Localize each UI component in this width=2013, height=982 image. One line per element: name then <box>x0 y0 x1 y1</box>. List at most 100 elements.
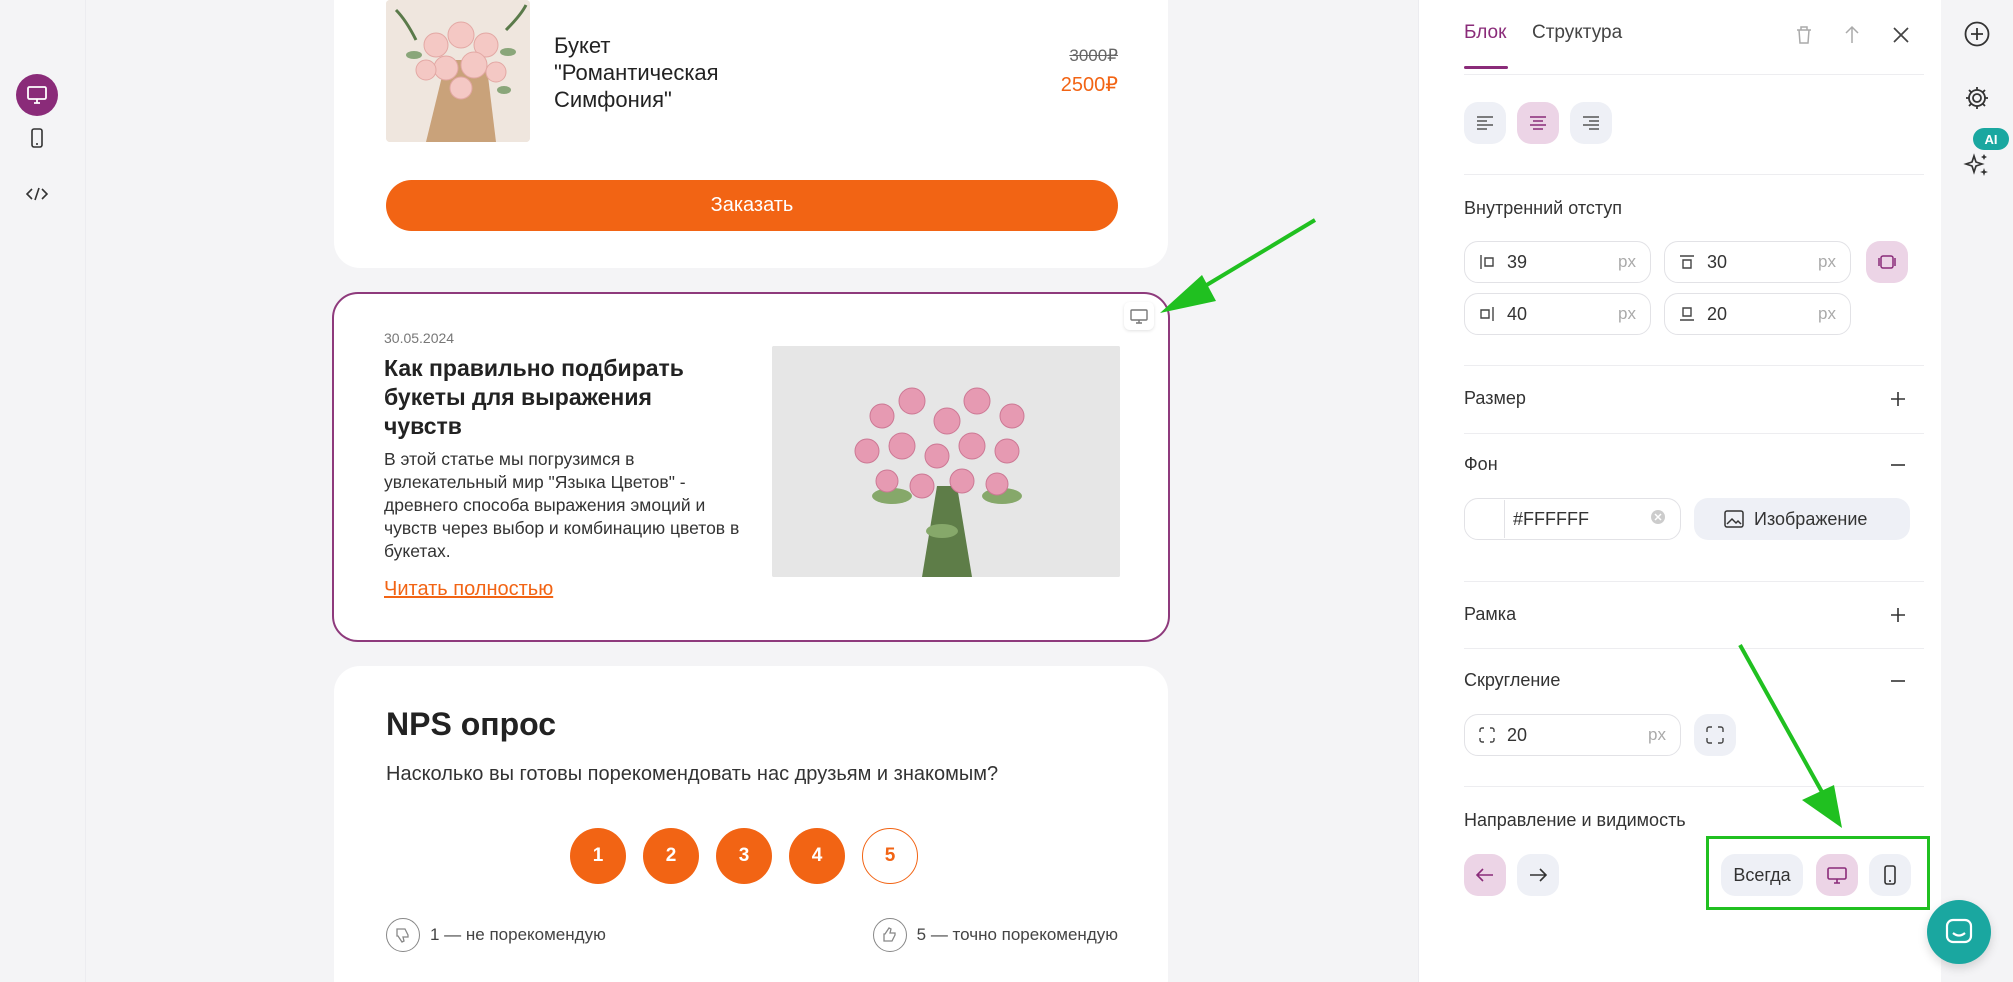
nps-score-3[interactable]: 3 <box>716 828 772 884</box>
size-expand-button[interactable] <box>1887 388 1909 410</box>
background-collapse-button[interactable] <box>1887 454 1909 476</box>
padding-bottom-input[interactable]: 20 px <box>1664 293 1851 335</box>
background-title: Фон <box>1464 454 1498 474</box>
nps-question: Насколько вы готовы порекомендовать нас … <box>386 763 999 785</box>
padding-link-toggle[interactable] <box>1866 241 1908 283</box>
trash-icon <box>1797 26 1811 44</box>
radius-per-corner-button[interactable] <box>1694 714 1736 756</box>
ai-assistant-button[interactable] <box>1961 150 1993 182</box>
article-date: 30.05.2024 <box>384 330 455 346</box>
tab-block[interactable]: Блок <box>1464 22 1506 44</box>
divider <box>1464 581 1924 582</box>
order-button[interactable]: Заказать <box>386 180 1118 231</box>
padding-left-input[interactable]: 39 px <box>1464 241 1651 283</box>
radius-collapse-button[interactable] <box>1887 670 1909 692</box>
nps-high-label: 5 — точно порекомендую <box>916 925 1118 944</box>
close-panel-button[interactable] <box>1886 20 1916 50</box>
plus-circle-icon <box>1964 21 1990 47</box>
padding-bottom-icon <box>1679 306 1699 322</box>
divider <box>1464 365 1924 366</box>
nps-score-5[interactable]: 5 <box>862 828 918 884</box>
border-title: Рамка <box>1464 604 1517 624</box>
padding-left-value: 39 <box>1507 251 1528 272</box>
border-expand-button[interactable] <box>1887 604 1909 626</box>
divider <box>1464 74 1924 75</box>
nps-score-2[interactable]: 2 <box>643 828 699 884</box>
article-text: В этой статье мы погрузимся в увлекатель… <box>384 449 740 561</box>
article-title: Как правильно подбирать букеты для выраж… <box>384 355 684 439</box>
background-image-button[interactable]: Изображение <box>1694 498 1910 540</box>
padding-right-input[interactable]: 40 px <box>1464 293 1651 335</box>
tab-structure[interactable]: Структура <box>1532 22 1622 44</box>
padding-left-icon <box>1479 254 1499 270</box>
background-color-value: #FFFFFF <box>1513 508 1589 529</box>
align-right-button[interactable] <box>1570 102 1612 144</box>
smartphone-icon <box>31 128 43 148</box>
padding-top-input[interactable]: 30 px <box>1664 241 1851 283</box>
padding-top-icon <box>1679 254 1699 270</box>
nps-title: NPS опрос <box>386 706 557 742</box>
properties-panel: Блок Структура Внутренний отступ 39 px 3… <box>1418 0 1941 982</box>
size-title: Размер <box>1464 388 1526 408</box>
desktop-view-button[interactable] <box>16 74 58 116</box>
nps-low-label: 1 — не порекомендую <box>430 925 606 944</box>
monitor-icon <box>27 86 47 104</box>
divider <box>1464 786 1924 787</box>
nps-high-label-row: 5 — точно порекомендую <box>872 918 1118 952</box>
chat-icon <box>1945 918 1973 944</box>
code-view-button[interactable] <box>16 173 58 215</box>
background-image-label: Изображение <box>1754 508 1868 529</box>
radius-unit: px <box>1648 725 1666 744</box>
product-name: Букет "Романтическая Симфония" <box>554 33 719 112</box>
padding-bottom-value: 20 <box>1707 303 1728 324</box>
product-old-price: 3000₽ <box>1069 46 1118 65</box>
minus-icon <box>1891 464 1905 466</box>
move-up-button[interactable] <box>1837 20 1867 50</box>
read-more-link[interactable]: Читать полностью <box>384 578 553 601</box>
product-new-price: 2500₽ <box>1060 74 1118 96</box>
align-left-button[interactable] <box>1464 102 1506 144</box>
nps-score-1[interactable]: 1 <box>570 828 626 884</box>
view-switcher-rail <box>0 0 86 982</box>
padding-bottom-unit: px <box>1818 304 1836 323</box>
color-swatch[interactable] <box>1465 500 1505 538</box>
background-color-input[interactable]: #FFFFFF <box>1464 498 1681 540</box>
direction-left-button[interactable] <box>1464 854 1506 896</box>
support-chat-button[interactable] <box>1927 900 1991 964</box>
desktop-visibility-badge[interactable] <box>1124 302 1154 330</box>
padding-right-unit: px <box>1618 304 1636 323</box>
arrow-up-icon <box>1845 25 1859 43</box>
nps-score-4[interactable]: 4 <box>789 828 845 884</box>
radius-title: Скругление <box>1464 670 1561 690</box>
nps-low-label-row: 1 — не порекомендую <box>386 918 606 952</box>
mobile-view-button[interactable] <box>16 117 58 159</box>
nps-card[interactable]: NPS опрос Насколько вы готовы порекоменд… <box>334 666 1168 982</box>
clear-icon <box>1651 509 1665 524</box>
align-center-button[interactable] <box>1517 102 1559 144</box>
article-card[interactable]: 30.05.2024 Как правильно подбирать букет… <box>332 292 1170 642</box>
arrow-right-icon <box>1530 868 1547 882</box>
clear-color-button[interactable] <box>1650 509 1666 530</box>
radius-icon <box>1479 727 1499 743</box>
radius-value: 20 <box>1507 724 1528 745</box>
visibility-title: Направление и видимость <box>1464 810 1686 830</box>
thumbs-up-icon <box>872 918 907 952</box>
ai-badge: AI <box>1973 128 2009 150</box>
gear-icon <box>1966 87 1988 109</box>
settings-button[interactable] <box>1961 82 1993 114</box>
code-icon <box>26 187 48 201</box>
padding-title: Внутренний отступ <box>1464 198 1623 218</box>
corners-icon <box>1706 726 1724 744</box>
product-card[interactable]: Букет "Романтическая Симфония" 3000₽ 250… <box>334 0 1168 268</box>
padding-top-value: 30 <box>1707 251 1728 272</box>
editor-canvas: Букет "Романтическая Симфония" 3000₽ 250… <box>86 0 1417 982</box>
radius-input[interactable]: 20 px <box>1464 714 1681 756</box>
direction-right-button[interactable] <box>1517 854 1559 896</box>
add-block-button[interactable] <box>1961 18 1993 50</box>
active-tab-indicator <box>1464 66 1508 69</box>
delete-button[interactable] <box>1789 20 1819 50</box>
annotation-highlight-box <box>1706 836 1930 910</box>
nps-score-row: 1 2 3 4 5 <box>570 828 918 884</box>
minus-icon <box>1891 680 1905 682</box>
close-icon <box>1893 27 1909 43</box>
